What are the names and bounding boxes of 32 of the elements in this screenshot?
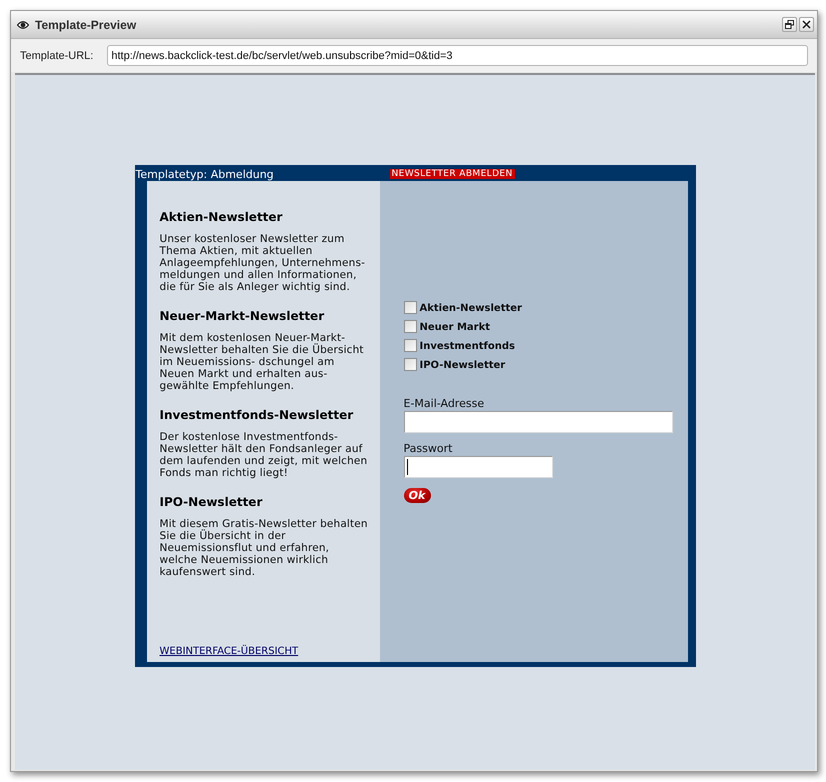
field-label: Passwort <box>404 443 454 455</box>
checkbox[interactable] <box>404 320 416 333</box>
close-icon <box>802 20 811 29</box>
newsletter-title: Neuer-Markt-Newsletter <box>160 309 326 324</box>
email-field[interactable] <box>404 411 672 433</box>
newsletter-description: Mit dem kostenlosen Neuer-Markt-Newsletter behalten Sie die Übersicht im Neuemissions- dschungel am Neuen Markt und erhalten aus- gewählte Empfehlungen. <box>160 332 365 392</box>
url-label: Template-URL: <box>20 50 94 62</box>
checkbox-label: Neuer Markt <box>420 322 490 333</box>
newsletter-description: Der kostenlose Investmentfonds-Newsletter hält den Fondsanleger auf dem laufenden und zeigt, mit welchen Fonds man richtig liegt! <box>160 431 368 479</box>
password-field[interactable] <box>404 456 552 478</box>
checkbox[interactable] <box>404 358 416 371</box>
url-field[interactable]: http://news.backclick-test.de/bc/servlet/web.unsubscribe?mid=0&tid=3 <box>107 45 808 66</box>
checkbox[interactable] <box>404 301 416 314</box>
template-type-label: Templatetyp: Abmeldung <box>134 168 275 182</box>
restore-button[interactable] <box>782 17 797 32</box>
window-title: Template-Preview <box>35 18 136 32</box>
newsletter-description: Unser kostenloser Newsletter zum Thema Aktien, mit aktuellen Anlageempfehlungen, Unternehmens- meldungen und allen Informationen, die für Sie als Anleger wichtig sind. <box>160 233 366 293</box>
field-label: E-Mail-Adresse <box>404 398 486 410</box>
checkbox-label: IPO-Newsletter <box>420 360 506 371</box>
restore-icon <box>785 20 794 29</box>
checkbox[interactable] <box>404 339 416 352</box>
eye-icon <box>17 20 29 30</box>
ok-button[interactable]: Ok <box>404 488 430 503</box>
checkbox-label: Aktien-Newsletter <box>420 303 522 314</box>
close-button[interactable] <box>799 17 814 32</box>
overview-link[interactable]: WEBINTERFACE-ÜBERSICHT <box>160 646 298 657</box>
newsletter-title: Aktien-Newsletter <box>160 210 284 225</box>
header-badge: NEWSLETTER ABMELDEN <box>390 169 515 179</box>
newsletter-title: Investmentfonds-Newsletter <box>160 408 354 423</box>
newsletter-title: IPO-Newsletter <box>160 495 264 510</box>
newsletter-description: Mit diesem Gratis-Newsletter behalten Sie die Übersicht in der Neuemissionsflut und erfahren, welche Neuemissionen wirklich kaufenswert sind. <box>160 518 369 578</box>
checkbox-label: Investmentfonds <box>420 341 515 352</box>
